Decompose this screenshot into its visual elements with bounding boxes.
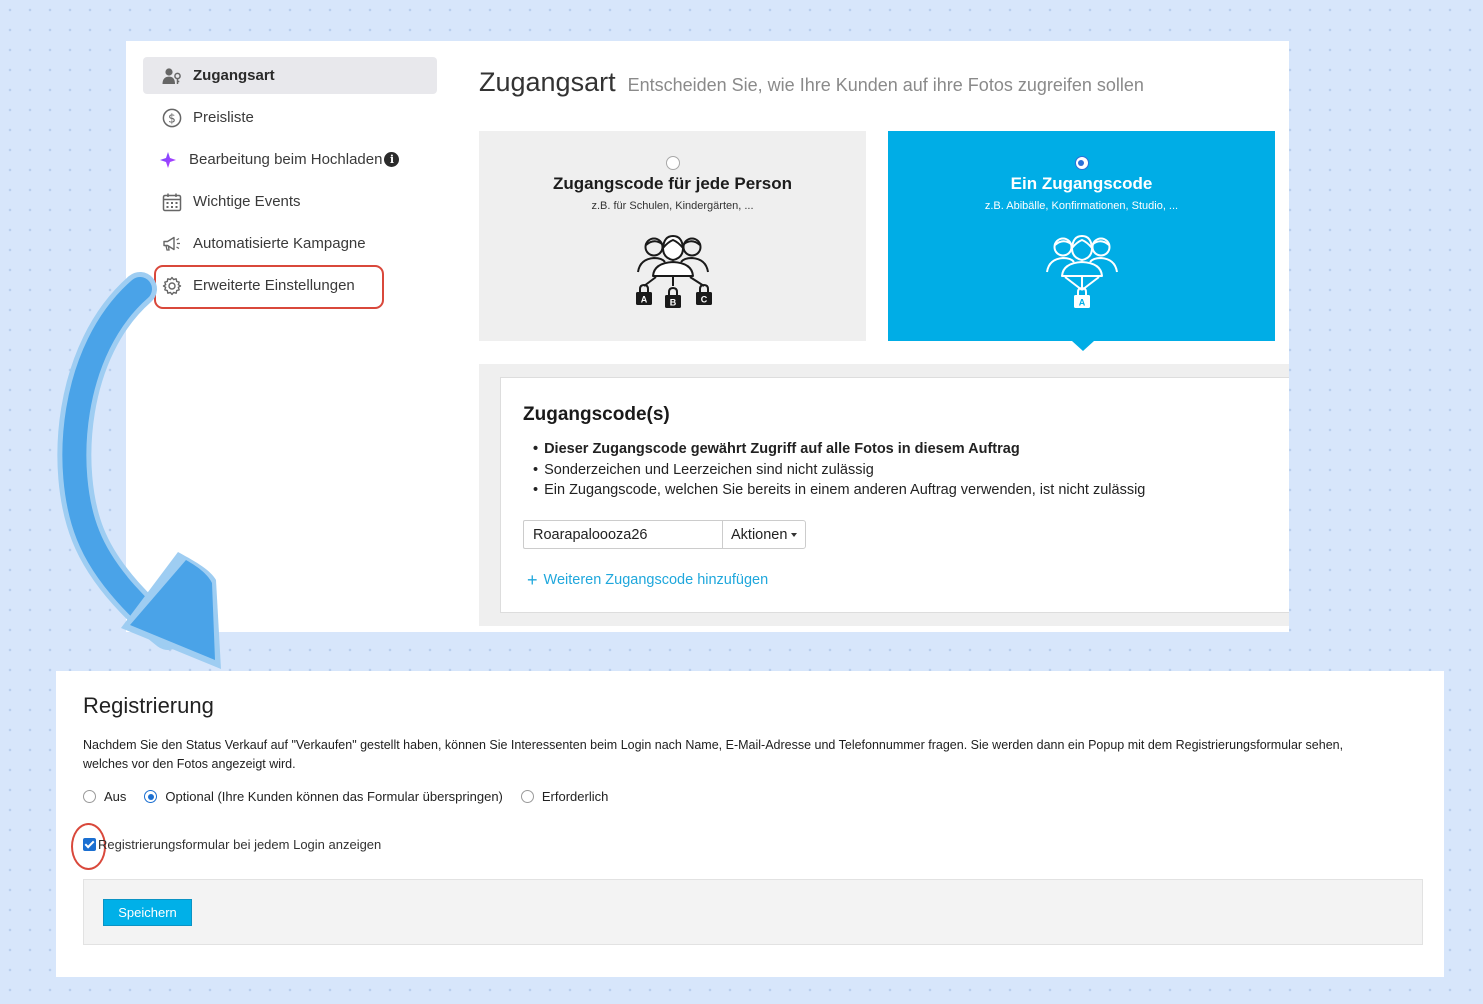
sidebar-item-kampagne[interactable]: Automatisierte Kampagne [143,225,437,262]
users-key-icon [161,65,183,87]
option-subtitle: z.B. Abibälle, Konfirmationen, Studio, .… [984,200,1179,212]
registration-description: Nachdem Sie den Status Verkauf auf "Verk… [83,738,1344,771]
settings-sidebar: Zugangsart $ Preisliste Bearbeitung beim… [143,57,437,309]
option-card-single-code[interactable]: Ein Zugangscode z.B. Abibälle, Konfirmat… [888,131,1275,351]
registration-option-aus[interactable]: Aus [83,789,126,804]
checkbox-label: Registrierungsformular bei jedem Login a… [98,837,382,852]
svg-text:A: A [640,295,647,305]
page-title: Zugangsart [479,67,616,97]
radio-label: Aus [104,789,127,804]
gear-icon [161,275,183,297]
sidebar-item-preisliste[interactable]: $ Preisliste [143,99,437,136]
radio-button[interactable] [83,790,96,803]
access-code-input[interactable] [523,520,722,549]
save-bar: Speichern [83,879,1423,945]
save-button[interactable]: Speichern [103,899,192,926]
registration-option-optional[interactable]: Optional (Ihre Kunden können das Formula… [144,789,503,804]
add-access-code-link[interactable]: + Weiteren Zugangscode hinzufügen [527,570,769,590]
radio-label: Optional (Ihre Kunden können das Formula… [165,789,503,804]
rule-item: Sonderzeichen und Leerzeichen sind nicht… [533,460,1145,481]
registration-mode-options: Aus Optional (Ihre Kunden können das For… [83,789,626,804]
option-card-code-per-person[interactable]: Zugangscode für jede Person z.B. für Sch… [479,131,866,341]
svg-text:$: $ [168,111,176,125]
radio-button[interactable] [520,790,534,803]
calendar-icon [161,191,183,213]
show-form-every-login-checkbox[interactable] [83,838,96,851]
sparkle-icon [157,149,179,171]
page-heading: Zugangsart Entscheiden Sie, wie Ihre Kun… [479,67,1144,98]
sidebar-item-label: Erweiterte Einstellungen [193,277,355,294]
option-subtitle: z.B. für Schulen, Kindergärten, ... [591,200,754,212]
lock-b-icon: B [664,286,681,308]
option-title: Zugangscode für jede Person [553,174,792,193]
lock-a-icon: A [1073,286,1090,308]
access-code-box: Zugangscode(s) Dieser Zugangscode gewähr… [500,377,1289,613]
registration-title: Registrierung [83,693,214,718]
option-title: Ein Zugangscode [1010,174,1153,193]
add-access-code-label: Weiteren Zugangscode hinzufügen [543,572,769,588]
rule-item: Ein Zugangscode, welchen Sie bereits in … [533,480,1145,501]
access-code-area: Zugangscode(s) Dieser Zugangscode gewähr… [479,364,1289,626]
sidebar-item-erweiterte-einstellungen[interactable]: Erweiterte Einstellungen [143,265,437,309]
radio-label: Erforderlich [541,789,609,804]
show-form-every-login-row[interactable]: Registrierungsformular bei jedem Login a… [83,837,381,852]
actions-label: Aktionen [731,526,788,543]
rule-item: Dieser Zugangscode gewährt Zugriff auf a… [533,439,1145,460]
access-code-input-group: Aktionen [523,520,807,549]
radio-button-selected[interactable] [144,790,158,803]
sidebar-item-label: Zugangsart [193,67,275,84]
sidebar-item-label: Bearbeitung beim Hochladen [189,151,383,168]
sidebar-item-label: Automatisierte Kampagne [193,235,366,252]
group-one-lock-icon: A [1027,230,1137,317]
dollar-circle-icon: $ [161,107,183,129]
info-icon[interactable]: i [384,152,400,167]
actions-dropdown-button[interactable]: Aktionen [722,520,807,549]
svg-text:C: C [700,295,707,305]
plus-icon: + [527,570,538,590]
sidebar-item-bearbeitung[interactable]: Bearbeitung beim Hochladen i [143,141,437,178]
lock-a-icon: A [635,283,652,305]
caret-down-icon [791,532,798,537]
group-three-locks-icon: A B C [618,230,728,317]
page-subtitle: Entscheiden Sie, wie Ihre Kunden auf ihr… [627,75,1144,95]
megaphone-icon [161,233,183,255]
svg-text:B: B [669,298,676,308]
sidebar-item-label: Preisliste [193,109,254,126]
access-code-title: Zugangscode(s) [523,404,670,425]
sidebar-item-zugangsart[interactable]: Zugangsart [143,57,437,94]
access-settings-panel: Zugangsart $ Preisliste Bearbeitung beim… [126,41,1289,632]
sidebar-item-wichtige-events[interactable]: Wichtige Events [143,183,437,220]
sidebar-item-label: Wichtige Events [193,193,301,210]
access-code-rules: Dieser Zugangscode gewährt Zugriff auf a… [533,439,1145,501]
lock-c-icon: C [695,283,712,305]
option-radio[interactable] [665,156,680,170]
registration-panel: Registrierung Nachdem Sie den Status Ver… [56,671,1444,977]
registration-option-erforderlich[interactable]: Erforderlich [520,789,609,804]
option-radio-selected[interactable] [1074,156,1089,170]
svg-text:A: A [1078,298,1085,308]
